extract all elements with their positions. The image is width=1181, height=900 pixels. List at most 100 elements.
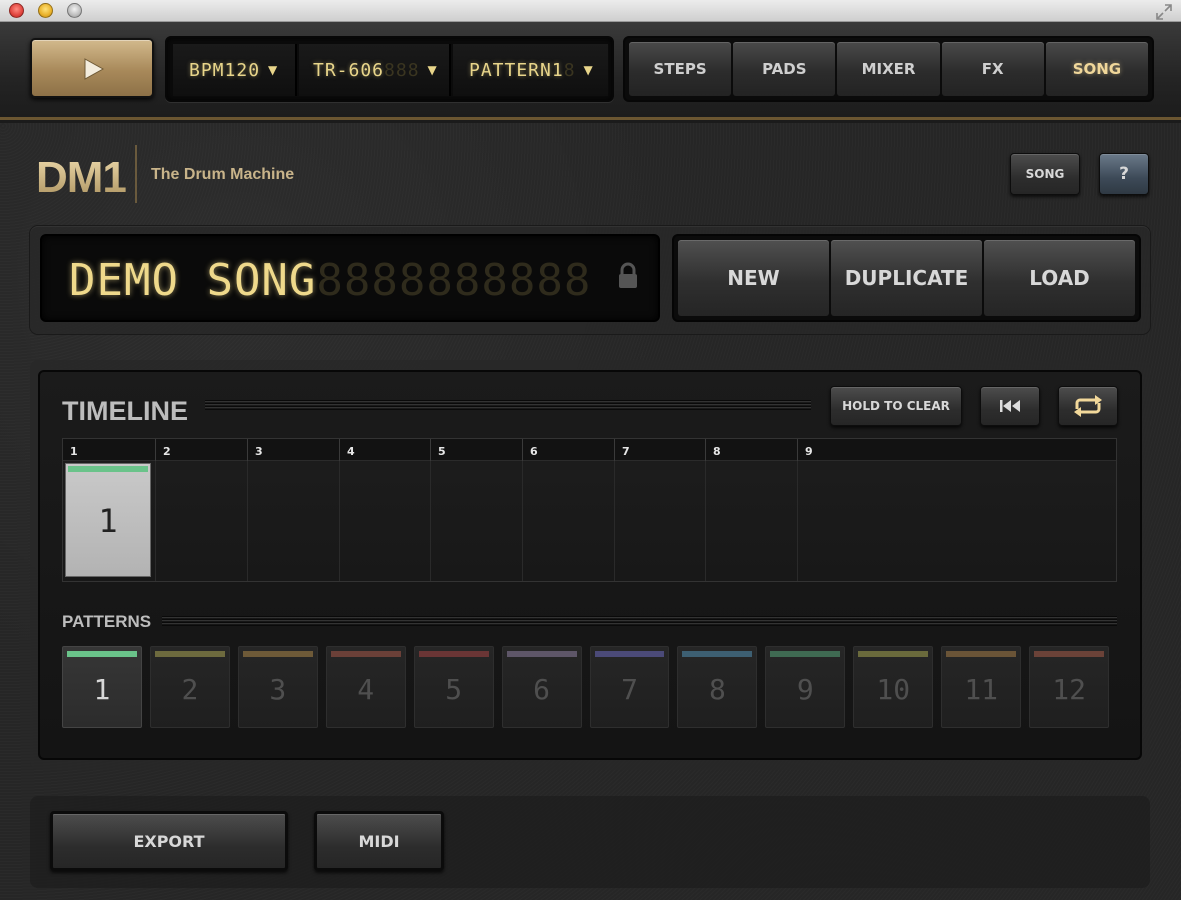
bar-marker: 8 [705,439,797,461]
pattern-palette: 1 2 3 4 5 6 7 8 9 10 11 12 [62,646,1117,728]
top-toolbar: BPM 120 ▼ TR-606 888 ▼ PATTERN 1 8 ▼ STE… [0,22,1181,120]
pattern-number: 6 [533,673,550,706]
new-song-button[interactable]: NEW [678,240,829,316]
pattern-number: 10 [876,673,911,706]
pattern-selector[interactable]: PATTERN 1 8 ▼ [453,44,608,96]
rewind-button[interactable] [980,386,1040,426]
tab-pads[interactable]: PADS [733,42,836,96]
loop-icon [1074,395,1102,417]
lock-icon[interactable] [618,262,638,290]
app-logo: DM1 [36,153,127,202]
pattern-color-stripe [1034,651,1105,657]
pattern-number: 9 [796,673,814,706]
close-window-button[interactable] [9,3,24,18]
bottom-panel: EXPORT MIDI [30,796,1150,888]
fullscreen-icon[interactable] [1155,3,1173,21]
bpm-dropdown-icon: ▼ [268,63,278,77]
pattern-button[interactable]: 10 [853,646,934,728]
bar-gridline [797,461,798,581]
app-subtitle: The Drum Machine [151,166,295,183]
pattern-button[interactable]: 11 [941,646,1022,728]
pattern-button[interactable]: 12 [1029,646,1110,728]
loop-button[interactable] [1058,386,1118,426]
song-name-display[interactable]: DEMO SONG8888888888 [40,234,660,322]
song-name: DEMO SONG [69,255,317,306]
pattern-color-stripe [506,651,577,657]
help-button[interactable]: ? [1099,153,1149,195]
pattern-button[interactable]: 4 [325,646,406,728]
main-content: DM1 The Drum Machine SONG ? DEMO SONG888… [0,123,1181,900]
pattern-label: PATTERN [469,59,552,81]
pattern-button[interactable]: 6 [501,646,582,728]
bar-marker: 1 [70,445,78,458]
pattern-color-stripe [594,651,665,657]
pattern-dropdown-icon: ▼ [583,63,593,77]
pattern-number: 4 [357,673,375,706]
song-name-panel: DEMO SONG8888888888 NEW DUPLICATE LOAD [30,226,1150,334]
bar-marker: 5 [430,439,522,461]
bar-gridline [614,461,615,581]
tab-steps[interactable]: STEPS [629,42,732,96]
minimize-window-button[interactable] [38,3,53,18]
bar-gridline [430,461,431,581]
kit-ghost-digits: 888 [384,59,420,81]
pattern-color-stripe [858,651,929,657]
load-song-button[interactable]: LOAD [984,240,1135,316]
logo-divider [135,145,137,203]
kit-selector[interactable]: TR-606 888 ▼ [299,44,451,96]
tab-song[interactable]: SONG [1045,42,1149,96]
timeline-grid[interactable]: 1 2 3 4 5 6 7 8 9 1 [62,438,1117,582]
bar-ruler: 1 2 3 4 5 6 7 8 9 [63,439,1116,461]
duplicate-song-button[interactable]: DUPLICATE [831,240,982,316]
play-button[interactable] [30,38,154,98]
pattern-number: 3 [269,673,287,706]
pattern-button[interactable]: 1 [62,646,142,728]
bar-marker: 7 [614,439,705,461]
pattern-button[interactable]: 8 [677,646,758,728]
bpm-label: BPM [189,59,225,81]
bar-marker: 2 [155,439,247,461]
timeline-title-rule [205,400,811,410]
pattern-color-stripe [330,651,401,657]
pattern-ghost-digit: 8 [563,59,576,81]
export-button[interactable]: EXPORT [50,811,288,871]
pattern-button[interactable]: 9 [765,646,846,728]
pattern-number: 5 [445,673,463,706]
timeline-panel: TIMELINE HOLD TO CLEAR 1 2 3 4 5 6 7 8 9… [30,360,1150,770]
tab-fx[interactable]: FX [941,42,1044,96]
kit-dropdown-icon: ▼ [427,63,437,77]
midi-button[interactable]: MIDI [314,811,444,871]
pattern-number: 8 [708,673,726,706]
pattern-button[interactable]: 3 [237,646,318,728]
song-actions: NEW DUPLICATE LOAD [672,234,1141,322]
pattern-color-stripe [242,651,313,657]
hold-to-clear-button[interactable]: HOLD TO CLEAR [830,386,962,426]
timeline-pattern-slot[interactable]: 1 [65,463,151,577]
pattern-number: 1 [93,673,111,706]
pattern-color-stripe [154,651,225,657]
window-titlebar [0,0,1181,22]
pattern-button[interactable]: 2 [149,646,230,728]
tab-mixer[interactable]: MIXER [837,42,940,96]
patterns-title: PATTERNS [62,612,152,631]
bar-gridline [247,461,248,581]
song-name-ghost: 8888888888 [316,255,592,306]
slot-color-stripe [68,466,148,472]
pattern-color-stripe [67,651,137,657]
bpm-selector[interactable]: BPM 120 ▼ [173,44,297,96]
bpm-value: 120 [224,59,261,81]
bar-marker: 3 [247,439,339,461]
bar-gridline [705,461,706,581]
bar-marker: 6 [522,439,614,461]
pattern-number: 12 [1052,673,1086,706]
bar-marker: 4 [339,439,430,461]
pattern-button[interactable]: 5 [413,646,494,728]
pattern-button[interactable]: 7 [589,646,670,728]
play-icon [84,58,105,80]
song-mode-button[interactable]: SONG [1010,153,1080,195]
transport-display: BPM 120 ▼ TR-606 888 ▼ PATTERN 1 8 ▼ [165,36,614,102]
slot-pattern-number: 1 [98,502,118,540]
rewind-icon [1000,400,1020,412]
pattern-color-stripe [418,651,489,657]
zoom-window-button[interactable] [67,3,82,18]
